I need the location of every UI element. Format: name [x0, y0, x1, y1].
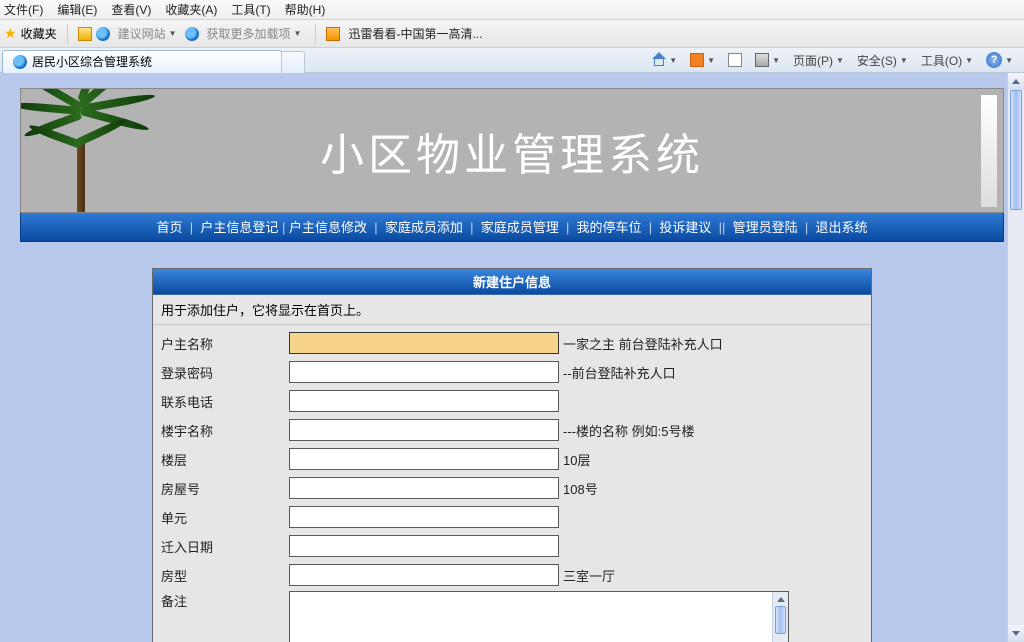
room-input[interactable] — [289, 477, 559, 499]
command-bar: ▼ ▼ ▼ 页面(P)▼ 安全(S)▼ 工具(O)▼ ?▼ — [647, 52, 1024, 69]
print-button[interactable]: ▼ — [750, 53, 785, 67]
scroll-up-button[interactable] — [1008, 73, 1024, 90]
phone-label: 联系电话 — [161, 392, 289, 411]
menu-help[interactable]: 帮助(H) — [285, 1, 326, 18]
scroll-down-button[interactable] — [1008, 625, 1024, 642]
home-button[interactable]: ▼ — [647, 53, 682, 67]
xunlei-icon — [326, 27, 340, 41]
tools-menu[interactable]: 工具(O)▼ — [916, 52, 978, 69]
ie-icon — [96, 27, 110, 41]
rss-button[interactable]: ▼ — [685, 53, 720, 67]
note-textarea[interactable] — [289, 591, 789, 642]
room-label: 房屋号 — [161, 479, 289, 498]
banner-decoration — [981, 95, 997, 207]
scroll-thumb[interactable] — [1010, 90, 1022, 210]
movein-date-input[interactable] — [289, 535, 559, 557]
unit-label: 单元 — [161, 508, 289, 527]
floor-label: 楼层 — [161, 450, 289, 469]
ie-icon — [185, 27, 199, 41]
star-icon: ★ — [4, 25, 17, 42]
floor-input[interactable] — [289, 448, 559, 470]
plant-image — [31, 88, 131, 212]
get-more-addons-link[interactable]: 获取更多加载项▼ — [203, 25, 306, 42]
folder-icon — [78, 27, 92, 41]
nav-family-manage[interactable]: 家庭成员管理 — [481, 220, 559, 235]
nav-home[interactable]: 首页 — [156, 220, 182, 235]
owner-name-label: 户主名称 — [161, 334, 289, 353]
site-banner: 小区物业管理系统 — [20, 88, 1004, 213]
nav-admin-login[interactable]: 管理员登陆 — [733, 220, 798, 235]
page-menu[interactable]: 页面(P)▼ — [788, 52, 849, 69]
room-hint: 108号 — [563, 479, 598, 498]
browser-tab[interactable]: 居民小区综合管理系统 — [2, 50, 282, 73]
building-label: 楼宇名称 — [161, 421, 289, 440]
rss-icon — [690, 53, 704, 67]
menu-favorites[interactable]: 收藏夹(A) — [165, 1, 217, 18]
nav-owner-modify[interactable]: 户主信息修改 — [289, 220, 367, 235]
page-viewport: 小区物业管理系统 首页 | 户主信息登记 | 户主信息修改 | 家庭成员添加 |… — [0, 73, 1024, 642]
tab-title: 居民小区综合管理系统 — [32, 53, 152, 70]
print-icon — [755, 53, 769, 67]
roomtype-hint: 三室一厅 — [563, 566, 615, 585]
building-input[interactable] — [289, 419, 559, 441]
menu-file[interactable]: 文件(F) — [4, 1, 43, 18]
unit-input[interactable] — [289, 506, 559, 528]
tab-bar: 居民小区综合管理系统 ▼ ▼ ▼ 页面(P)▼ 安全(S)▼ 工具(O)▼ ?▼ — [0, 48, 1024, 73]
mail-icon — [728, 53, 742, 67]
separator — [315, 24, 316, 44]
favorites-bar: ★ 收藏夹 建议网站▼ 获取更多加载项▼ 迅雷看看-中国第一高清... — [0, 20, 1024, 48]
vertical-scrollbar[interactable] — [1007, 73, 1024, 642]
nav-parking[interactable]: 我的停车位 — [577, 220, 642, 235]
nav-family-add[interactable]: 家庭成员添加 — [385, 220, 463, 235]
home-icon — [652, 53, 666, 67]
suggested-sites-link[interactable]: 建议网站▼ — [114, 25, 181, 42]
browser-menu-bar: 文件(F) 编辑(E) 查看(V) 收藏夹(A) 工具(T) 帮助(H) — [0, 0, 1024, 20]
nav-complaint[interactable]: 投诉建议 — [659, 220, 711, 235]
roomtype-input[interactable] — [289, 564, 559, 586]
menu-tools[interactable]: 工具(T) — [231, 1, 270, 18]
new-tab-button[interactable] — [281, 51, 305, 73]
password-label: 登录密码 — [161, 363, 289, 382]
favorites-label[interactable]: 收藏夹 — [21, 25, 57, 42]
roomtype-label: 房型 — [161, 566, 289, 585]
note-label: 备注 — [161, 591, 289, 610]
password-hint: --前台登陆补充人口 — [563, 363, 676, 382]
building-hint: ---楼的名称 例如:5号楼 — [563, 421, 694, 440]
textarea-scrollbar[interactable] — [772, 592, 788, 642]
form-description: 用于添加住户，它将显示在首页上。 — [153, 295, 871, 325]
owner-name-hint: 一家之主 前台登陆补充人口 — [563, 334, 723, 353]
nav-logout[interactable]: 退出系统 — [816, 220, 868, 235]
menu-edit[interactable]: 编辑(E) — [57, 1, 97, 18]
main-nav: 首页 | 户主信息登记 | 户主信息修改 | 家庭成员添加 | 家庭成员管理 |… — [20, 213, 1004, 242]
owner-name-input[interactable] — [289, 332, 559, 354]
xunlei-link[interactable]: 迅雷看看-中国第一高清... — [344, 25, 486, 42]
ie-icon — [13, 55, 27, 69]
safety-menu[interactable]: 安全(S)▼ — [852, 52, 913, 69]
phone-input[interactable] — [289, 390, 559, 412]
movein-label: 迁入日期 — [161, 537, 289, 556]
password-input[interactable] — [289, 361, 559, 383]
mail-button[interactable] — [723, 53, 747, 67]
new-resident-form: 新建住户信息 用于添加住户，它将显示在首页上。 户主名称 一家之主 前台登陆补充… — [152, 268, 872, 642]
floor-hint: 10层 — [563, 450, 590, 469]
form-title: 新建住户信息 — [153, 269, 871, 295]
help-button[interactable]: ?▼ — [981, 52, 1018, 68]
nav-owner-register[interactable]: 户主信息登记 — [200, 220, 278, 235]
menu-view[interactable]: 查看(V) — [111, 1, 151, 18]
separator — [67, 24, 68, 44]
help-icon: ? — [986, 52, 1002, 68]
banner-title: 小区物业管理系统 — [320, 119, 704, 183]
